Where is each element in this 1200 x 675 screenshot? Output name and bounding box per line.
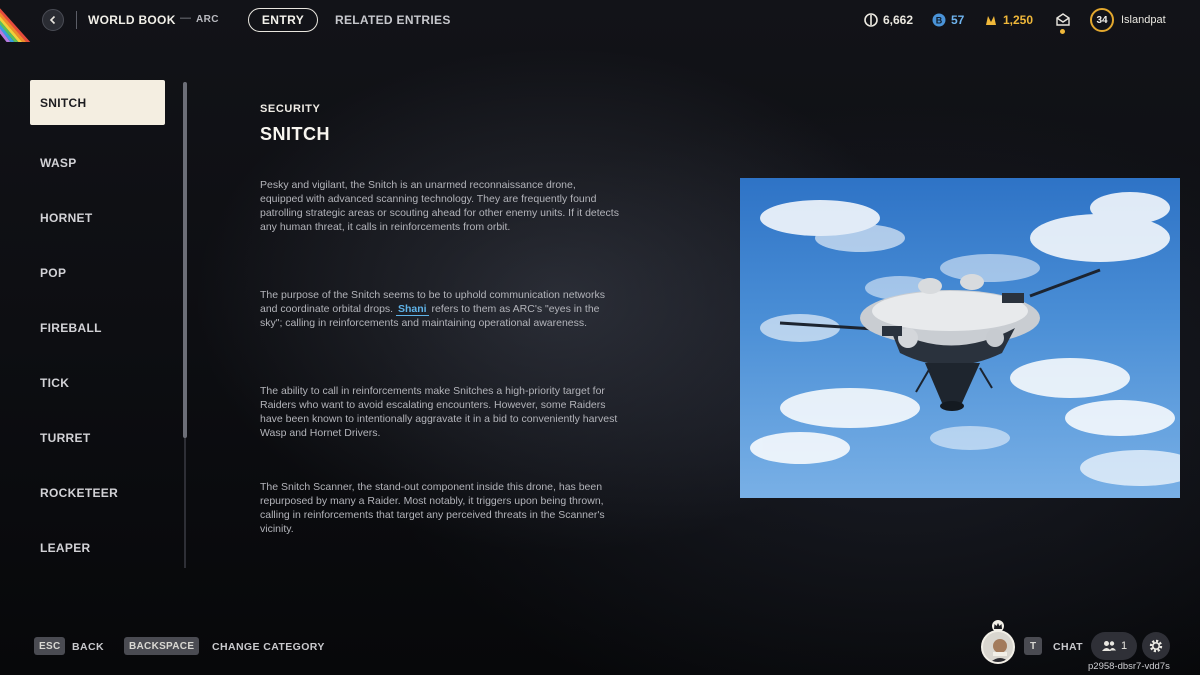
session-id: p2958-dbsr7-vdd7s: [1088, 661, 1170, 672]
entry-paragraph-3: The ability to call in reinforcements ma…: [260, 385, 618, 439]
entry-title: SNITCH: [260, 124, 330, 144]
inbox-icon[interactable]: [1055, 12, 1071, 28]
party-count: 1: [1120, 640, 1128, 652]
tokens-value: 1,250: [1003, 13, 1034, 27]
entry-item-rocketeer[interactable]: ROCKETEER: [30, 465, 165, 520]
credits-value: 57: [951, 13, 965, 27]
entry-item-snitch[interactable]: SNITCH: [30, 80, 165, 125]
back-arrow-icon: [49, 15, 56, 25]
entry-item-wasp[interactable]: WASP: [30, 135, 165, 190]
credits-balance: B 57: [932, 11, 964, 29]
backspace-key-hint[interactable]: BACKSPACE: [124, 637, 200, 655]
entry-item-hornet[interactable]: HORNET: [30, 190, 165, 245]
back-label[interactable]: BACK: [72, 641, 104, 653]
tab-entry[interactable]: ENTRY: [248, 8, 318, 32]
breadcrumb-subtitle: ARC: [196, 14, 219, 25]
entry-list-scroll-thumb[interactable]: [183, 82, 187, 438]
credits-icon: B: [932, 13, 946, 27]
breadcrumb-title: WORLD BOOK: [88, 13, 176, 27]
entry-paragraph-1: Pesky and vigilant, the Snitch is an una…: [260, 179, 619, 233]
entry-item-fireball[interactable]: FIREBALL: [30, 300, 165, 355]
top-bar: WORLD BOOK — ARC ENTRY RELATED ENTRIES 6…: [0, 0, 1200, 42]
coins-balance: 6,662: [864, 11, 913, 29]
entry-item-turret[interactable]: TURRET: [30, 410, 165, 465]
change-category-label[interactable]: CHANGE CATEGORY: [212, 641, 325, 653]
party-icon: [1101, 641, 1116, 651]
esc-key-hint[interactable]: ESC: [34, 637, 66, 655]
entry-item-pop[interactable]: POP: [30, 245, 165, 300]
back-button[interactable]: [42, 9, 64, 31]
header-divider: [76, 11, 77, 29]
chat-key-hint[interactable]: T: [1024, 637, 1042, 655]
player-level-badge[interactable]: 34: [1090, 8, 1114, 32]
tokens-balance: 1,250: [984, 11, 1033, 29]
settings-button[interactable]: [1142, 632, 1170, 660]
player-avatar[interactable]: [981, 630, 1015, 664]
shani-link[interactable]: Shani: [396, 303, 429, 316]
inbox-notification-dot: [1060, 29, 1065, 34]
coins-value: 6,662: [883, 13, 914, 27]
tab-related-entries[interactable]: RELATED ENTRIES: [335, 13, 451, 27]
breadcrumb-separator: —: [180, 12, 191, 24]
coins-icon: [864, 13, 878, 27]
entry-item-leaper[interactable]: LEAPER: [30, 520, 165, 575]
entry-list: SNITCH WASP HORNET POP FIREBALL TICK TUR…: [30, 80, 170, 598]
party-button[interactable]: 1: [1091, 632, 1137, 660]
entry-item-bastion[interactable]: BASTION: [30, 575, 165, 599]
svg-text:B: B: [936, 16, 943, 26]
entry-paragraph-2: The purpose of the Snitch seems to be to…: [260, 288, 620, 330]
gear-icon: [1149, 639, 1163, 653]
entry-paragraph-4: The Snitch Scanner, the stand-out compon…: [260, 481, 605, 535]
entry-category: SECURITY: [260, 103, 321, 115]
chat-label[interactable]: CHAT: [1053, 641, 1083, 653]
tokens-icon: [986, 16, 996, 25]
snitch-drone-image: [740, 178, 1180, 498]
username[interactable]: Islandpat: [1121, 14, 1166, 26]
rainbow-stripes-logo: [0, 0, 44, 42]
entry-item-tick[interactable]: TICK: [30, 355, 165, 410]
